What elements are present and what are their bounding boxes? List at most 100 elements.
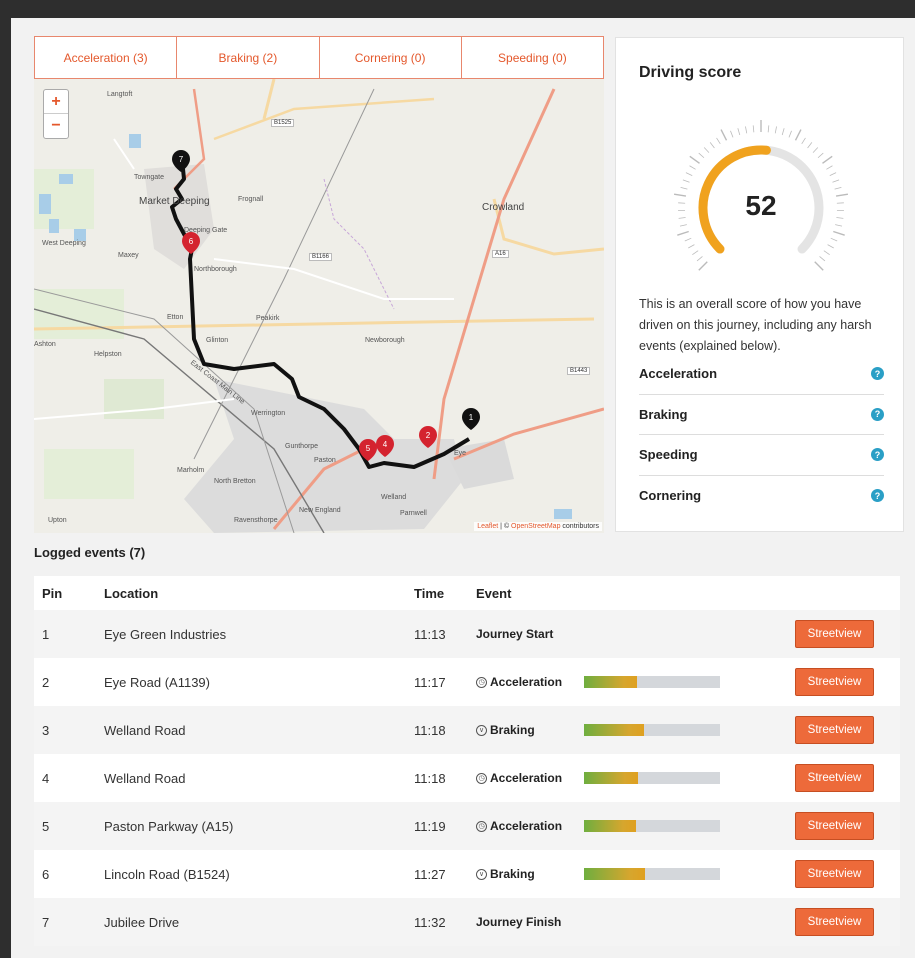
help-icon[interactable]: ? [871,367,884,381]
cell-time: 11:17 [414,674,446,690]
cell-time: 11:13 [414,626,446,642]
zoom-out-button[interactable]: − [44,114,68,138]
zoom-in-button[interactable]: + [44,90,68,114]
gauge-tick [832,179,840,183]
streetview-button[interactable]: Streetview [795,716,874,744]
gauge-tick [745,126,748,134]
table-row: 6 Lincoln Road (B1524) 11:27 ∨ Braking Street… [34,850,900,898]
gauge-tick [781,128,785,136]
tab-acceleration[interactable]: Acceleration (3) [35,37,178,78]
score-row-braking: Braking ? [639,395,884,435]
score-row-label: Cornering [639,488,702,504]
cell-time: 11:27 [414,866,446,882]
cell-time: 11:18 [414,722,446,738]
score-row-label: Braking [639,406,688,422]
cell-pin: 7 [42,914,50,930]
streetview-button[interactable]: Streetview [795,860,874,888]
osm-link[interactable]: OpenStreetMap [511,523,560,530]
cell-severity [584,724,784,736]
table-row: 1 Eye Green Industries 11:13 Journey Start S… [34,610,900,658]
road-badge-b1166: B1166 [309,253,332,261]
map-label-upton: Upton [48,517,67,524]
gauge-tick [689,165,696,170]
cell-pin: 3 [42,722,50,738]
leaflet-link[interactable]: Leaflet [477,523,498,530]
cell-severity [584,676,784,688]
score-breakdown: Acceleration ? Braking ? Speeding ? Corn… [639,354,884,516]
map-label-peakirk: Peakirk [256,315,280,322]
header-location: Location [104,585,159,601]
road-badge-b1525: B1525 [271,119,295,127]
cell-location: Paston Parkway (A15) [104,818,234,834]
page: Acceleration (3) Braking (2) Cornering (… [11,18,915,958]
map-label-towngate: Towngate [134,174,164,181]
score-row-label: Acceleration [639,366,718,382]
gauge-tick [698,152,705,159]
cell-pin: 2 [42,674,50,690]
help-icon[interactable]: ? [871,448,884,462]
cell-location: Welland Road [104,722,186,738]
journey-map[interactable]: Langtoft Towngate Market Deeping Frognal… [34,79,604,533]
cell-action: Streetview [784,716,900,744]
tab-cornering[interactable]: Cornering (0) [320,37,462,78]
gauge-tick [788,130,792,138]
map-label-eye: Eye [454,450,467,457]
map-label-helpston: Helpston [94,351,122,358]
severity-bar [584,772,720,784]
header-event: Event [476,585,512,601]
gauge-tick [794,129,802,141]
gauge-tick [680,186,688,190]
tab-braking[interactable]: Braking (2) [177,37,320,78]
event-label: Acceleration [490,675,563,689]
event-label: Braking [490,723,535,737]
map-label-langtoft: Langtoft [107,91,133,98]
event-label: Journey Finish [476,915,562,929]
event-label: Acceleration [490,771,563,785]
score-row-speeding: Speeding ? [639,435,884,476]
streetview-button[interactable]: Streetview [795,764,874,792]
logged-events-title: Logged events (7) [34,545,146,560]
severity-bar [584,820,720,832]
gauge-tick [835,224,843,227]
clock-icon: ◷ [476,676,487,688]
map-label-etton: Etton [167,314,184,321]
cell-action: Streetview [784,860,900,888]
score-value: 52 [745,190,777,221]
cell-severity [584,820,784,832]
gauge-tick [807,142,813,149]
help-icon[interactable]: ? [871,407,884,421]
streetview-button[interactable]: Streetview [795,812,874,840]
gauge-tick [689,155,700,164]
table-row: 5 Paston Parkway (A15) 11:19 ◷ Acceleration S… [34,802,900,850]
tab-speeding[interactable]: Speeding (0) [462,37,603,78]
cell-location: Eye Road (A1139) [104,674,210,690]
map-label-market-deeping: Market Deeping [139,196,210,207]
map-label-west-deeping: West Deeping [42,240,86,247]
gauge-tick [827,244,834,249]
streetview-button[interactable]: Streetview [795,620,874,648]
cell-action: Streetview [784,668,900,696]
map-label-ashton: Ashton [34,341,56,348]
event-filter-tabs: Acceleration (3) Braking (2) Cornering (… [34,36,604,79]
cell-pin: 5 [42,818,50,834]
help-icon[interactable]: ? [871,489,884,503]
map-label-ravensthorpe: Ravensthorpe [234,517,278,524]
score-row-cornering: Cornering ? [639,476,884,517]
cell-time: 11:32 [414,914,446,930]
severity-bar-fill [584,772,639,784]
cell-severity [584,868,784,880]
event-label: Acceleration [490,819,563,833]
gauge-tick [720,129,728,141]
cell-event: Journey Start [476,627,584,641]
streetview-button[interactable]: Streetview [795,668,874,696]
gauge-tick [830,237,838,242]
chevron-circle-icon: ∨ [476,724,487,736]
cell-event: Journey Finish [476,915,584,929]
map-tiles [34,79,604,533]
cell-event: ∨ Braking [476,723,584,737]
severity-bar [584,724,720,736]
map-label-newborough: Newborough [365,337,405,344]
zoom-control: + − [43,89,69,139]
streetview-button[interactable]: Streetview [795,908,874,936]
gauge-tick [682,179,690,183]
